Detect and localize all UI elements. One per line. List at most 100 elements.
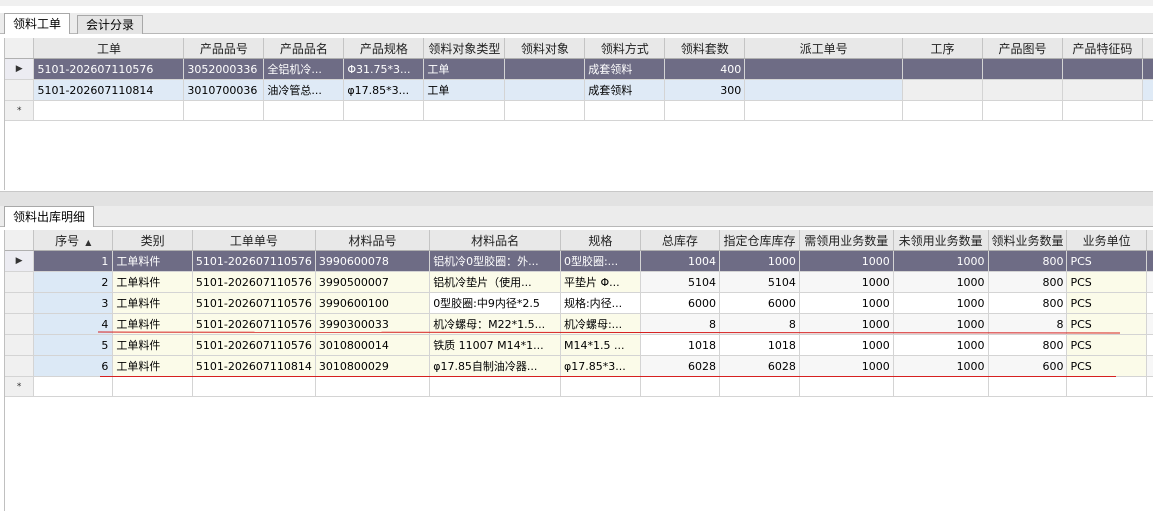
cell-issue-qty[interactable]: 800 (988, 334, 1068, 356)
col-header-object-type[interactable]: 领料对象类型 (423, 38, 506, 59)
cell-object[interactable] (504, 79, 586, 101)
cell-total-stock[interactable]: 6000 (640, 292, 721, 314)
cell-unit[interactable]: PCS (1066, 355, 1147, 377)
cell-warehouse-stock[interactable]: 6028 (719, 355, 800, 377)
cell-work-order-no[interactable]: 5101-202607110576 (192, 250, 316, 272)
col-header-product-name[interactable]: 产品品名 (263, 38, 345, 59)
cell-seq[interactable]: 6 (33, 355, 114, 377)
cell-issue-qty[interactable]: 800 (988, 292, 1068, 314)
cell-category[interactable]: 工单料件 (112, 355, 193, 377)
cell-total-stock[interactable]: 6028 (640, 355, 721, 377)
col-header-total-stock[interactable]: 总库存 (640, 230, 721, 251)
cell-object-type[interactable]: 工单 (423, 58, 506, 80)
new-row-cell[interactable] (560, 376, 641, 397)
cell-material-name[interactable]: 铝机冷垫片（使用... (429, 271, 561, 293)
cell-feature-code[interactable] (1062, 79, 1143, 101)
cell-process[interactable] (902, 58, 983, 80)
cell-material-no[interactable]: 3990500007 (315, 271, 431, 293)
cell-method[interactable]: 成套领料 (584, 79, 666, 101)
tab-work-order[interactable]: 领料工单 (4, 13, 71, 34)
col-header-work-order[interactable]: 工单 (33, 38, 185, 59)
cell-category[interactable]: 工单料件 (112, 271, 193, 293)
table-row[interactable]: ▶ 1 工单料件 5101-202607110576 3990600078 铝机… (5, 250, 1153, 272)
col-header-spec[interactable]: 规格 (560, 230, 641, 251)
table-row[interactable]: 3 工单料件 5101-202607110576 3990600100 0型胶圈… (5, 292, 1153, 314)
cell-required-qty[interactable]: 1000 (799, 355, 894, 377)
table-row[interactable]: ▶ 5101-202607110576 3052000336 全铝机冷... Φ… (5, 58, 1153, 80)
cell-unissued-qty[interactable]: 1000 (893, 292, 989, 314)
cell-unissued-qty[interactable]: 1000 (893, 271, 989, 293)
cell-required-qty[interactable]: 1000 (799, 271, 894, 293)
new-row-cell[interactable] (429, 376, 561, 397)
table-row[interactable]: 5101-202607110814 3010700036 油冷管总... φ17… (5, 79, 1153, 101)
cell-drawing-no[interactable] (982, 79, 1063, 101)
cell-work-order-no[interactable]: 5101-202607110576 (192, 271, 316, 293)
cell-material-no[interactable]: 3990600078 (315, 250, 431, 272)
cell-product-no[interactable]: 3052000336 (183, 58, 265, 80)
col-header-seq[interactable]: 序号 ▲ (33, 230, 114, 251)
cell-issue-qty[interactable]: 800 (988, 250, 1068, 272)
col-header-process[interactable]: 工序 (902, 38, 983, 59)
new-row-cell[interactable] (1062, 100, 1143, 121)
cell-sets[interactable]: 400 (664, 58, 746, 80)
new-row-cell[interactable] (423, 100, 506, 121)
new-row-cell[interactable] (893, 376, 989, 397)
cell-work-order-no[interactable]: 5101-202607110576 (192, 334, 316, 356)
col-header-unit[interactable]: 业务单位 (1066, 230, 1147, 251)
cell-warehouse-stock[interactable]: 5104 (719, 271, 800, 293)
table-row[interactable]: 5 工单料件 5101-202607110576 3010800014 铁质 1… (5, 334, 1153, 356)
cell-work-order[interactable]: 5101-202607110576 (33, 58, 185, 80)
cell-category[interactable]: 工单料件 (112, 250, 193, 272)
cell-required-qty[interactable]: 1000 (799, 250, 894, 272)
tab-issue-detail[interactable]: 领料出库明细 (4, 206, 95, 227)
cell-material-no[interactable]: 3010800029 (315, 355, 431, 377)
cell-seq[interactable]: 1 (33, 250, 114, 272)
cell-spec[interactable]: 平垫片 Φ... (560, 271, 641, 293)
cell-total-stock[interactable]: 1018 (640, 334, 721, 356)
cell-material-no[interactable]: 3010800014 (315, 334, 431, 356)
cell-unit[interactable]: PCS (1066, 250, 1147, 272)
col-header-material-name[interactable]: 材料品名 (429, 230, 561, 251)
cell-category[interactable]: 工单料件 (112, 292, 193, 314)
new-row-cell[interactable] (799, 376, 894, 397)
col-header-dispatch-no[interactable]: 派工单号 (744, 38, 904, 59)
panel-splitter[interactable] (0, 191, 1153, 207)
cell-dispatch-no[interactable] (744, 79, 904, 101)
cell-warehouse-stock[interactable]: 1000 (719, 250, 800, 272)
new-row-cell[interactable] (1066, 376, 1147, 397)
new-row-cell[interactable] (112, 376, 193, 397)
col-header-work-order-no[interactable]: 工单单号 (192, 230, 316, 251)
cell-seq[interactable]: 2 (33, 271, 114, 293)
new-row-cell[interactable] (504, 100, 586, 121)
cell-unit[interactable]: PCS (1066, 292, 1147, 314)
new-row-cell[interactable] (640, 376, 721, 397)
cell-material-name[interactable]: 铁质 11007 M14*1... (429, 334, 561, 356)
cell-seq[interactable]: 3 (33, 292, 114, 314)
col-header-product-no[interactable]: 产品品号 (183, 38, 265, 59)
cell-warehouse-stock[interactable]: 6000 (719, 292, 800, 314)
cell-warehouse-stock[interactable]: 1018 (719, 334, 800, 356)
cell-material-name[interactable]: 铝机冷0型胶圈：外... (429, 250, 561, 272)
cell-total-stock[interactable]: 5104 (640, 271, 721, 293)
cell-product-name[interactable]: 油冷管总... (263, 79, 345, 101)
cell-object[interactable] (504, 58, 586, 80)
cell-material-no[interactable]: 3990600100 (315, 292, 431, 314)
col-header-sets[interactable]: 领料套数 (664, 38, 746, 59)
col-header-category[interactable]: 类别 (112, 230, 193, 251)
cell-dispatch-no[interactable] (744, 58, 904, 80)
cell-category[interactable]: 工单料件 (112, 334, 193, 356)
cell-process[interactable] (902, 79, 983, 101)
cell-method[interactable]: 成套领料 (584, 58, 666, 80)
cell-object-type[interactable]: 工单 (423, 79, 506, 101)
col-header-method[interactable]: 领料方式 (584, 38, 666, 59)
cell-work-order-no[interactable]: 5101-202607110814 (192, 355, 316, 377)
cell-required-qty[interactable]: 1000 (799, 334, 894, 356)
cell-spec[interactable]: 规格:内径... (560, 292, 641, 314)
col-header-warehouse-stock[interactable]: 指定仓库库存 (719, 230, 800, 251)
cell-drawing-no[interactable] (982, 58, 1063, 80)
new-row-cell[interactable] (192, 376, 316, 397)
new-row-cell[interactable] (988, 376, 1068, 397)
cell-unit[interactable]: PCS (1066, 271, 1147, 293)
new-row-cell[interactable] (902, 100, 983, 121)
cell-product-spec[interactable]: Φ31.75*3... (343, 58, 425, 80)
